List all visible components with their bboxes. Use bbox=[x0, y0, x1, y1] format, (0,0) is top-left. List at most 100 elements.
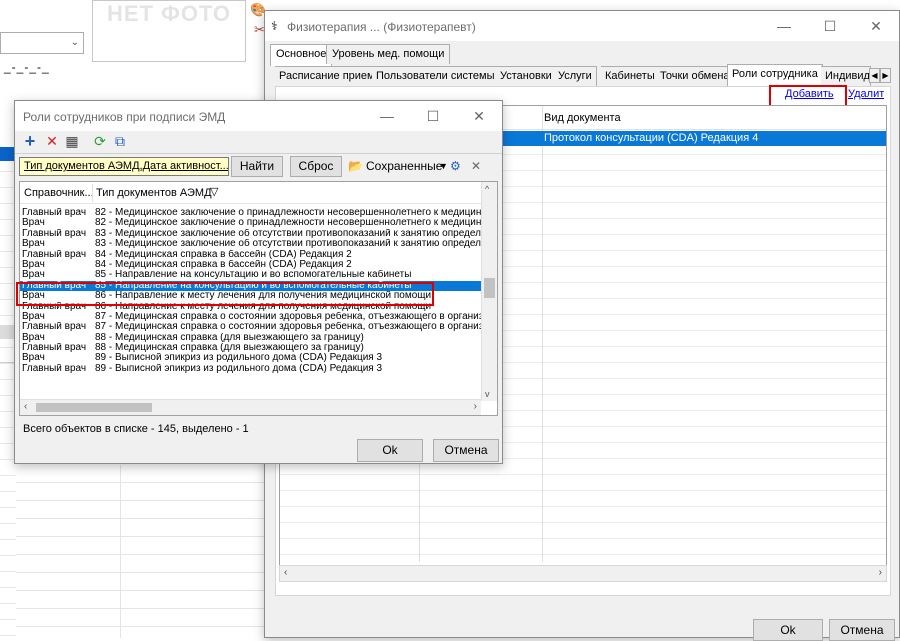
maximize-icon[interactable]: ☐ bbox=[807, 11, 853, 41]
list-item[interactable]: Главный врач 83 - Медицинское заключение … bbox=[20, 229, 481, 239]
tab-services[interactable]: Услуги bbox=[554, 66, 597, 86]
tab-exchange-points[interactable]: Точки обмена bbox=[656, 66, 735, 86]
photo-placeholder: НЕТ ФОТО bbox=[92, 0, 246, 62]
list-item[interactable]: Врач 85 - Направление на консультацию и в… bbox=[20, 270, 481, 280]
background-combobox[interactable]: ⌄ bbox=[0, 32, 84, 54]
list-item[interactable]: Врач 88 - Медицинская справка (для выезжа… bbox=[20, 333, 481, 343]
list-item-doc-type: 89 - Выписной эпикриз из родильного дома… bbox=[95, 353, 383, 364]
grid-header-doc-type[interactable]: Вид документа bbox=[544, 112, 621, 124]
filter-field[interactable]: Тип документов АЭМД,Дата активност... bbox=[19, 157, 229, 176]
scroll-left-icon[interactable]: ‹ bbox=[284, 567, 287, 578]
tab-settings[interactable]: Установки bbox=[496, 66, 557, 86]
window-title: Физиотерапия ... (Физиотерапевт) bbox=[287, 20, 476, 34]
dialog-cancel-button[interactable]: Отмена bbox=[433, 439, 499, 462]
scroll-right-icon[interactable]: › bbox=[474, 401, 477, 412]
close-icon[interactable]: ✕ bbox=[853, 11, 899, 41]
list-item-doc-type: 88 - Медицинская справка (для выезжающег… bbox=[95, 343, 364, 354]
refresh-icon[interactable]: ⟳ bbox=[91, 132, 109, 150]
list-item-role: Главный врач bbox=[22, 228, 87, 239]
list-item[interactable]: Главный врач 88 - Медицинская справка (дл… bbox=[20, 343, 481, 353]
dialog-ok-button[interactable]: Ok bbox=[357, 439, 423, 462]
list-item-doc-type: 83 - Медицинское заключение об отсутстви… bbox=[95, 228, 481, 239]
header-separator bbox=[92, 184, 93, 202]
scroll-right-icon[interactable]: › bbox=[879, 567, 882, 578]
list-item[interactable]: Главный врач 82 - Медицинское заключение … bbox=[20, 208, 481, 218]
vscroll-thumb[interactable] bbox=[484, 278, 495, 298]
tab-level-care[interactable]: Уровень мед. помощи bbox=[326, 44, 451, 64]
minimize-icon[interactable]: — bbox=[364, 101, 410, 131]
list-item[interactable]: Врач 89 - Выписной эпикриз из родильного … bbox=[20, 353, 481, 363]
saved-filters-icon[interactable]: 📂 bbox=[348, 159, 363, 173]
copy-icon[interactable]: ⧉ bbox=[111, 132, 129, 150]
list-item-role: Главный врач bbox=[22, 249, 87, 260]
list-item-doc-type: 82 - Медицинское заключение о принадлежн… bbox=[95, 208, 481, 218]
list-item[interactable]: Главный врач 84 - Медицинская справка в б… bbox=[20, 250, 481, 260]
main-titlebar: ⚕ Физиотерапия ... (Физиотерапевт) — ☐ ✕ bbox=[265, 11, 899, 41]
list-item-doc-type: 83 - Медицинское заключение об отсутстви… bbox=[95, 239, 481, 250]
list-item[interactable]: Врач 83 - Медицинское заключение об отсут… bbox=[20, 239, 481, 249]
tab-users[interactable]: Пользователи системы bbox=[372, 66, 500, 86]
list-item[interactable]: Врач 87 - Медицинская справка о состоянии… bbox=[20, 312, 481, 322]
list-item-doc-type: 84 - Медицинская справка в бассейн (CDA)… bbox=[95, 259, 352, 270]
tab-scroll-right-icon[interactable]: ▶ bbox=[880, 68, 891, 83]
tab-osnovnoe[interactable]: Основное bbox=[270, 44, 333, 66]
hscroll-thumb[interactable] bbox=[36, 403, 152, 412]
list-item-role: Главный врач bbox=[22, 343, 87, 354]
list-item-role: Врач bbox=[22, 353, 45, 364]
grid-cell-doc-type: Протокол консультации (CDA) Редакция 4 bbox=[544, 132, 759, 144]
list-header: Справочник... Тип документов АЭМД ▽ bbox=[20, 182, 481, 204]
scroll-up-icon[interactable]: ^ bbox=[485, 184, 489, 194]
reset-button[interactable]: Сброс bbox=[290, 156, 342, 177]
app-icon: ⚕ bbox=[271, 19, 278, 33]
list-item[interactable]: Главный врач 89 - Выписной эпикриз из род… bbox=[20, 364, 481, 374]
clear-filter-icon[interactable]: ✕ bbox=[471, 159, 481, 173]
saved-filters-button[interactable]: Сохраненные bbox=[366, 159, 442, 173]
chevron-down-icon: ⌄ bbox=[70, 37, 79, 48]
dropdown-arrow-icon[interactable]: ▼ bbox=[439, 161, 448, 171]
list-item-role: Врач bbox=[22, 239, 45, 250]
tab-scroll-left-icon[interactable]: ◀ bbox=[869, 68, 880, 83]
roles-grid-hscroll[interactable]: ‹ › bbox=[279, 565, 887, 582]
minimize-icon[interactable]: — bbox=[761, 11, 807, 41]
list-item-doc-type: 85 - Направление на консультацию и во вс… bbox=[95, 270, 412, 281]
list-vscroll[interactable]: ^ v bbox=[481, 182, 497, 401]
list-item-role: Врач bbox=[22, 311, 45, 322]
filter-options-icon[interactable]: ⚙ bbox=[450, 159, 461, 173]
find-button[interactable]: Найти bbox=[231, 156, 283, 177]
scroll-left-icon[interactable]: ‹ bbox=[24, 401, 27, 412]
list-hscroll[interactable]: ‹ › bbox=[20, 399, 481, 415]
scroll-down-icon[interactable]: v bbox=[485, 389, 490, 399]
list-item-role: Главный врач bbox=[22, 322, 87, 333]
list-item[interactable]: Главный врач 87 - Медицинская справка о с… bbox=[20, 322, 481, 332]
background-lower-grid bbox=[16, 465, 264, 638]
delete-icon[interactable]: ✕ bbox=[43, 132, 61, 150]
tab-schedule[interactable]: Расписание приема bbox=[275, 66, 386, 86]
properties-icon[interactable]: ▦ bbox=[63, 132, 81, 150]
header-doc-type[interactable]: Тип документов АЭМД bbox=[96, 187, 212, 199]
list-item[interactable]: Врач 82 - Медицинское заключение о принад… bbox=[20, 218, 481, 228]
list-item-role: Врач bbox=[22, 270, 45, 281]
second-tabs: Расписание приема Пользователи системы У… bbox=[275, 64, 891, 86]
list-item-doc-type: 89 - Выписной эпикриз из родильного дома… bbox=[95, 363, 383, 374]
list-item[interactable]: Врач 84 - Медицинская справка в бассейн (… bbox=[20, 260, 481, 270]
header-role[interactable]: Справочник... bbox=[24, 187, 94, 199]
list-item-doc-type: 84 - Медицинская справка в бассейн (CDA)… bbox=[95, 249, 352, 260]
sort-chevron-icon[interactable]: ▽ bbox=[210, 185, 218, 198]
maximize-icon[interactable]: ☐ bbox=[410, 101, 456, 131]
list-item-doc-type: 82 - Медицинское заключение о принадлежн… bbox=[95, 218, 481, 229]
add-icon[interactable]: + bbox=[21, 132, 39, 150]
list-item-doc-type: 87 - Медицинская справка о состоянии здо… bbox=[95, 311, 481, 322]
background-dashes: _-_-_-_ bbox=[4, 60, 50, 74]
list-item-role: Главный врач bbox=[22, 208, 87, 218]
status-text: Всего объектов в списке - 145, выделено … bbox=[23, 423, 249, 435]
selected-rows-highlight bbox=[16, 282, 434, 306]
close-icon[interactable]: ✕ bbox=[456, 101, 502, 131]
delete-link[interactable]: Удалить bbox=[848, 88, 884, 100]
grid-column-line bbox=[542, 106, 543, 562]
background-grid-line bbox=[120, 465, 121, 638]
tab-rooms[interactable]: Кабинеты bbox=[601, 66, 660, 86]
tab-individual[interactable]: Индивид bbox=[821, 66, 871, 86]
tab-scroll-arrows: ◀ ▶ bbox=[869, 68, 893, 83]
tab-employee-roles[interactable]: Роли сотрудника bbox=[727, 64, 823, 86]
toolbar-separator bbox=[15, 153, 502, 154]
